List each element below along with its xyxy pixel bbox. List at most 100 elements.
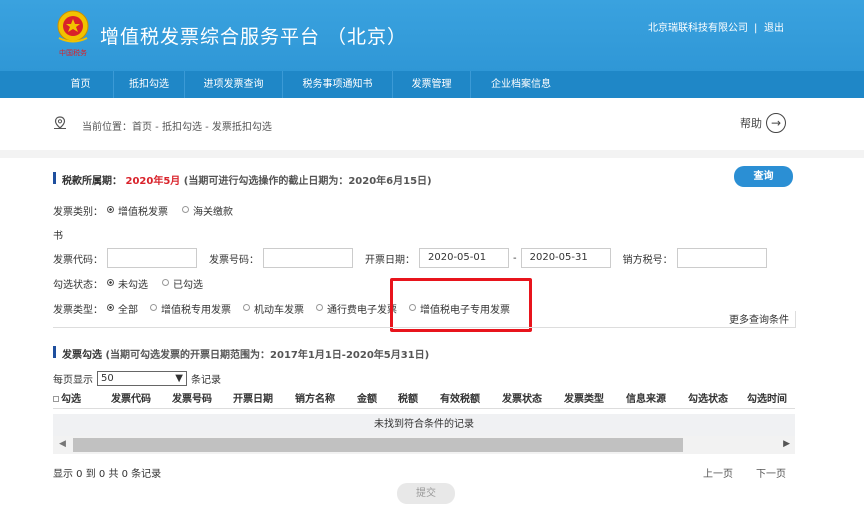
radio-label: 已勾选 <box>173 280 203 291</box>
column-header-check[interactable]: 勾选 <box>53 391 101 408</box>
column-header-label: 勾选 <box>61 394 81 405</box>
page-size-select[interactable]: 50 ▼ <box>97 371 187 386</box>
invoice-section-note: (当期可勾选发票的开票日期范围为：2017年1月1日-2020年5月31日) <box>105 350 430 361</box>
invoice-type-label: 发票类型： <box>53 305 103 316</box>
radio-unchecked-status[interactable]: 未勾选 <box>107 276 148 291</box>
radio-unchecked-icon <box>162 279 169 286</box>
radio-checked-icon <box>107 304 114 311</box>
radio-label: 增值税发票 <box>118 207 168 218</box>
help-button[interactable]: 帮助 → <box>740 113 786 133</box>
arrow-right-circle-icon: → <box>766 113 786 133</box>
svg-text:中国税务: 中国税务 <box>59 48 87 57</box>
radio-checked-icon <box>107 279 114 286</box>
nav-item-tax-notice[interactable]: 税务事项通知书 <box>283 71 393 98</box>
company-name: 北京瑞联科技有限公司 <box>648 23 748 34</box>
column-header: 有效税额 <box>440 394 480 405</box>
invoice-number-label: 发票号码： <box>209 254 259 266</box>
seller-tax-id-input[interactable] <box>676 248 767 268</box>
check-status-row: 勾选状态： 未勾选 已勾选 <box>53 276 217 291</box>
column-header: 开票日期 <box>233 394 273 405</box>
query-button[interactable]: 查询 <box>734 166 793 187</box>
radio-unchecked-icon <box>182 206 189 213</box>
invoice-section-title: 发票勾选 (当期可勾选发票的开票日期范围为：2017年1月1日-2020年5月3… <box>62 346 429 361</box>
location-pin-icon <box>54 116 66 129</box>
header: 中国税务 增值税发票综合服务平台 （北京） 北京瑞联科技有限公司 | 退出 <box>0 0 864 71</box>
column-header: 勾选状态 <box>688 394 728 405</box>
tax-period-label: 税款所属期： <box>62 176 122 187</box>
next-page-button[interactable]: 下一页 <box>756 465 786 480</box>
nav-item-home[interactable]: 首页 <box>48 71 114 98</box>
column-header: 信息来源 <box>626 394 666 405</box>
section-marker <box>53 172 56 184</box>
radio-type-toll-e-invoice[interactable]: 通行费电子发票 <box>316 301 397 316</box>
radio-label: 增值税专用发票 <box>161 305 231 316</box>
invoice-section-title-text: 发票勾选 <box>62 350 102 361</box>
tax-period-value: 2020年5月 <box>125 176 181 187</box>
invoice-category-label: 发票类别： <box>53 207 103 218</box>
divider-line <box>53 327 795 328</box>
radio-label: 机动车发票 <box>254 305 304 316</box>
submit-button[interactable]: 提交 <box>397 483 455 504</box>
radio-label: 全部 <box>118 305 138 316</box>
column-header: 税额 <box>398 394 418 405</box>
radio-label: 海关缴款 <box>193 207 233 218</box>
invoice-code-input[interactable] <box>107 248 197 268</box>
tax-period-note: (当期可进行勾选操作的截止日期为：2020年6月15日) <box>183 176 432 187</box>
highlight-annotation-box <box>390 278 532 332</box>
invoice-category-row: 发票类别： 增值税发票 海关缴款 <box>53 203 247 218</box>
radio-checked-status[interactable]: 已勾选 <box>162 276 203 291</box>
seller-tax-id-label: 销方税号： <box>622 254 673 266</box>
section-marker <box>53 346 56 358</box>
issue-date-label: 开票日期： <box>365 254 415 266</box>
radio-type-motor-vehicle[interactable]: 机动车发票 <box>243 301 304 316</box>
divider-line <box>795 311 796 328</box>
help-label: 帮助 <box>740 117 762 130</box>
table-header: 勾选 发票代码 发票号码 开票日期 销方名称 金额 税额 有效税额 发票状态 发… <box>53 391 795 409</box>
site-title: 增值税发票综合服务平台 （北京） <box>100 26 408 48</box>
horizontal-scrollbar[interactable]: ◀ ▶ <box>53 436 795 454</box>
invoice-category-wrap: 书 <box>53 227 63 242</box>
page-size-suffix: 条记录 <box>191 375 221 386</box>
category-wrap-text: 书 <box>53 231 63 242</box>
radio-customs-payment[interactable]: 海关缴款 <box>182 203 233 218</box>
radio-type-vat-special[interactable]: 增值税专用发票 <box>150 301 231 316</box>
column-header: 发票代码 <box>111 394 151 405</box>
nav-item-deduction-check[interactable]: 抵扣勾选 <box>114 71 185 98</box>
record-info: 显示 0 到 0 共 0 条记录 <box>53 469 162 480</box>
tax-emblem-logo: 中国税务 <box>57 10 89 57</box>
section-divider <box>0 150 864 158</box>
logout-link[interactable]: 退出 <box>764 19 784 34</box>
radio-vat-invoice[interactable]: 增值税发票 <box>107 203 168 218</box>
column-header: 发票类型 <box>564 394 604 405</box>
radio-unchecked-icon <box>150 304 157 311</box>
prev-page-button[interactable]: 上一页 <box>703 465 733 480</box>
date-to-input[interactable]: 2020-05-31 <box>520 248 611 268</box>
scroll-right-icon[interactable]: ▶ <box>783 439 790 449</box>
column-header: 销方名称 <box>295 394 335 405</box>
scrollbar-thumb[interactable] <box>73 438 683 452</box>
header-separator: | <box>754 23 758 34</box>
invoice-number-input[interactable] <box>263 248 353 268</box>
radio-type-all[interactable]: 全部 <box>107 301 138 316</box>
column-header: 勾选时间 <box>747 394 787 405</box>
column-header: 发票号码 <box>172 394 212 405</box>
radio-unchecked-icon <box>243 304 250 311</box>
nav-item-input-invoice-query[interactable]: 进项发票查询 <box>185 71 283 98</box>
caret-down-icon: ▼ <box>175 373 183 384</box>
radio-unchecked-icon <box>316 304 323 311</box>
invoice-code-label: 发票代码： <box>53 254 103 266</box>
radio-checked-icon <box>107 206 114 213</box>
nav-item-invoice-management[interactable]: 发票管理 <box>393 71 471 98</box>
nav-item-company-profile[interactable]: 企业档案信息 <box>471 71 571 98</box>
column-header: 金额 <box>357 394 377 405</box>
page-size-value: 50 <box>101 373 114 384</box>
date-from-input[interactable]: 2020-05-01 <box>419 248 509 268</box>
radio-label: 通行费电子发票 <box>327 305 397 316</box>
more-query-conditions-link[interactable]: 更多查询条件 <box>729 311 789 326</box>
radio-label: 未勾选 <box>118 280 148 291</box>
checkbox-icon[interactable] <box>53 396 59 402</box>
scroll-left-icon[interactable]: ◀ <box>59 439 66 449</box>
page-size-label: 每页显示 <box>53 375 93 386</box>
breadcrumb-bar: 当前位置：首页 - 抵扣勾选 - 发票抵扣勾选 帮助 → <box>0 98 864 150</box>
search-fields-row: 发票代码： 发票号码： 开票日期： 2020-05-01 - 2020-05-3… <box>53 248 767 268</box>
